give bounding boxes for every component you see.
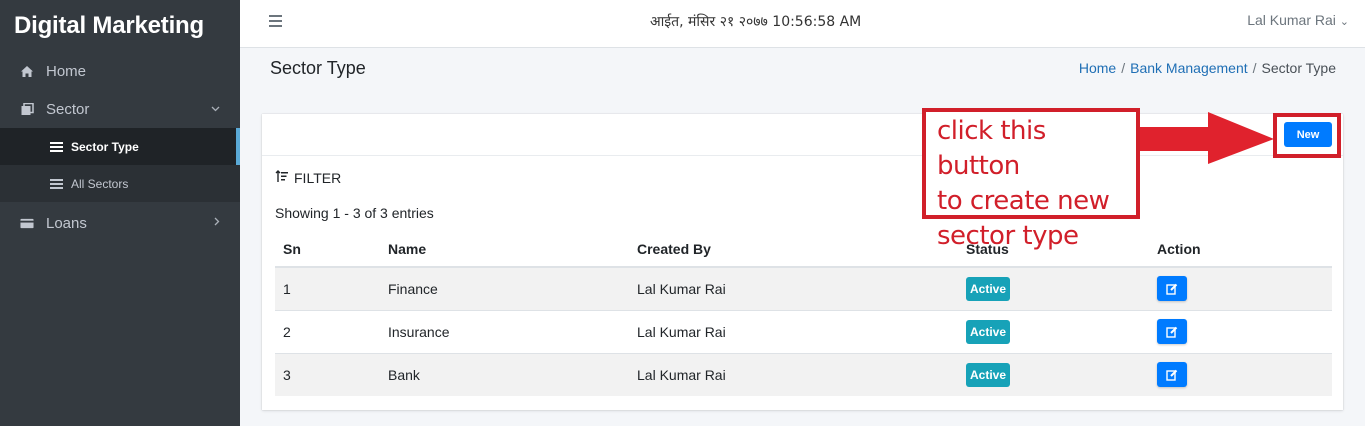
chevron-right-icon bbox=[214, 217, 220, 229]
cell-sn: 3 bbox=[275, 352, 380, 396]
sort-filter-icon bbox=[275, 170, 289, 186]
sidebar-item-all-sectors[interactable]: All Sectors bbox=[0, 165, 240, 202]
cell-status: Active bbox=[958, 352, 1149, 396]
column-header-created-by[interactable]: Created By bbox=[629, 232, 958, 268]
sector-submenu: Sector Type All Sectors bbox=[0, 128, 240, 202]
sidebar-item-sector[interactable]: Sector bbox=[0, 90, 240, 128]
cell-created-by: Lal Kumar Rai bbox=[629, 352, 958, 396]
annotation-highlight bbox=[1273, 113, 1341, 158]
chevron-down-icon bbox=[211, 103, 220, 115]
status-badge: Active bbox=[966, 362, 1011, 387]
annotation-callout: click this button to create new sector t… bbox=[922, 108, 1140, 251]
list-icon bbox=[50, 178, 63, 189]
sector-type-table: Sn Name Created By Status Action 1 Finan… bbox=[275, 232, 1332, 396]
status-badge: Active bbox=[966, 276, 1011, 301]
column-header-action: Action bbox=[1149, 232, 1332, 268]
cell-status: Active bbox=[958, 266, 1149, 310]
copy-icon bbox=[20, 102, 34, 116]
date-time: आईत, मंसिर २१ २०७७ 10:56:58 AM bbox=[650, 14, 862, 30]
edit-button[interactable] bbox=[1157, 319, 1187, 344]
sidebar-subitem-label: All Sectors bbox=[71, 176, 129, 191]
column-header-name[interactable]: Name bbox=[380, 232, 629, 268]
sidebar-item-loans[interactable]: Loans bbox=[0, 204, 240, 242]
cell-created-by: Lal Kumar Rai bbox=[629, 266, 958, 310]
cell-name: Bank bbox=[380, 352, 629, 396]
page-title: Sector Type bbox=[270, 58, 366, 78]
column-header-sn[interactable]: Sn bbox=[275, 232, 380, 268]
annotation-line: to create new bbox=[937, 186, 1110, 216]
annotation-arrow-icon bbox=[1140, 112, 1274, 164]
sidebar: Digital Marketing Home Sector Sector Typ… bbox=[0, 0, 240, 426]
breadcrumb-home[interactable]: Home bbox=[1079, 60, 1116, 76]
cell-action bbox=[1149, 309, 1332, 353]
cell-sn: 1 bbox=[275, 266, 380, 310]
caret-down-icon: ⌄ bbox=[1339, 16, 1349, 28]
sidebar-item-home[interactable]: Home bbox=[0, 52, 240, 90]
table-row: 3 Bank Lal Kumar Rai Active bbox=[275, 352, 1332, 396]
sidebar-item-label: Sector bbox=[46, 100, 90, 118]
cell-created-by: Lal Kumar Rai bbox=[629, 309, 958, 353]
hamburger-menu-icon[interactable] bbox=[269, 15, 282, 27]
list-icon bbox=[50, 141, 63, 152]
cell-sn: 2 bbox=[275, 309, 380, 353]
edit-button[interactable] bbox=[1157, 362, 1187, 388]
credit-card-icon bbox=[20, 216, 34, 230]
entries-info: Showing 1 - 3 of 3 entries bbox=[275, 205, 434, 221]
home-icon bbox=[20, 64, 34, 78]
edit-icon bbox=[1166, 369, 1178, 381]
edit-icon bbox=[1166, 326, 1178, 338]
user-name: Lal Kumar Rai bbox=[1247, 12, 1336, 28]
cell-name: Finance bbox=[380, 266, 629, 310]
breadcrumb: Home / Bank Management / Sector Type bbox=[1078, 60, 1336, 76]
annotation-line: click this button bbox=[937, 116, 1046, 181]
edit-button[interactable] bbox=[1157, 276, 1187, 302]
cell-action bbox=[1149, 352, 1332, 396]
sidebar-item-label: Home bbox=[46, 62, 87, 80]
cell-name: Insurance bbox=[380, 309, 629, 353]
filter-label: FILTER bbox=[294, 170, 342, 186]
edit-icon bbox=[1166, 283, 1178, 295]
sidebar-subitem-label: Sector Type bbox=[71, 139, 139, 154]
user-menu[interactable]: Lal Kumar Rai ⌄ bbox=[1247, 12, 1349, 28]
sidebar-item-sector-type[interactable]: Sector Type bbox=[0, 128, 240, 165]
status-badge: Active bbox=[966, 319, 1011, 344]
annotation-line: sector type bbox=[937, 221, 1079, 251]
table-header-row: Sn Name Created By Status Action bbox=[275, 232, 1332, 268]
topbar: आईत, मंसिर २१ २०७७ 10:56:58 AM Lal Kumar… bbox=[240, 0, 1365, 48]
breadcrumb-current: Sector Type bbox=[1261, 60, 1336, 76]
filter-toggle[interactable]: FILTER bbox=[275, 170, 341, 186]
breadcrumb-bank-management[interactable]: Bank Management bbox=[1130, 60, 1248, 76]
cell-status: Active bbox=[958, 309, 1149, 353]
table-row: 2 Insurance Lal Kumar Rai Active bbox=[275, 309, 1332, 353]
table-row: 1 Finance Lal Kumar Rai Active bbox=[275, 266, 1332, 310]
sidebar-item-label: Loans bbox=[46, 214, 87, 232]
cell-action bbox=[1149, 266, 1332, 310]
brand-logo[interactable]: Digital Marketing bbox=[0, 0, 240, 50]
